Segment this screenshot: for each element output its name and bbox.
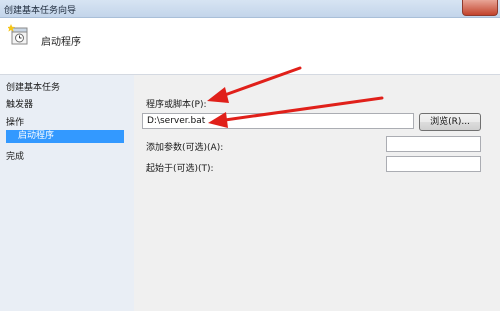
- title-bar: 创建基本任务向导: [0, 0, 500, 18]
- browse-button[interactable]: 浏览(R)...: [419, 113, 481, 131]
- step-trigger[interactable]: 触发器: [6, 97, 33, 110]
- wizard-content: 程序或脚本(P): 浏览(R)... 添加参数(可选)(A): 起始于(可选)(…: [134, 75, 500, 311]
- page-title: 启动程序: [41, 37, 81, 48]
- task-clock-icon: [8, 24, 28, 45]
- wizard-header: 启动程序: [0, 18, 500, 75]
- wizard-steps: 创建基本任务 触发器 操作 启动程序 完成: [0, 75, 134, 311]
- step-action[interactable]: 操作: [6, 115, 24, 128]
- step-start-program[interactable]: 启动程序: [6, 130, 124, 143]
- arguments-input[interactable]: [386, 136, 481, 152]
- program-label: 程序或脚本(P):: [146, 100, 207, 110]
- arguments-label: 添加参数(可选)(A):: [146, 143, 224, 153]
- start-in-label: 起始于(可选)(T):: [146, 164, 214, 174]
- program-input[interactable]: [142, 113, 414, 129]
- start-in-input[interactable]: [386, 156, 481, 172]
- window-title: 创建基本任务向导: [4, 6, 77, 16]
- step-finish[interactable]: 完成: [6, 149, 24, 162]
- step-create-basic-task[interactable]: 创建基本任务: [6, 80, 60, 93]
- close-button[interactable]: [462, 0, 498, 16]
